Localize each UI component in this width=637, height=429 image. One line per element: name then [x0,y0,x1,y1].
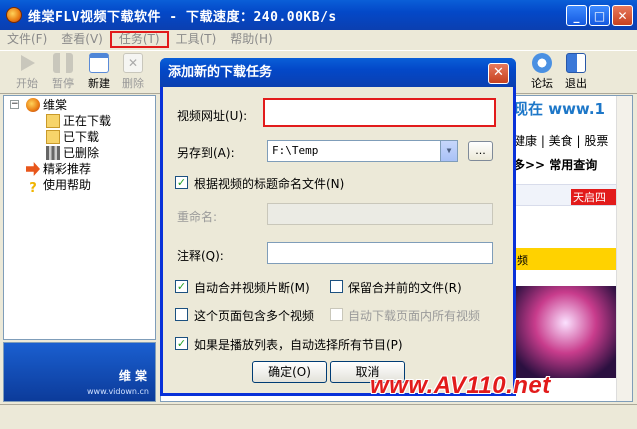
new-label: 新建 [88,77,110,90]
auto-merge-label: 自动合并视频片断(M) [194,281,310,295]
folder-icon [46,130,60,144]
window-title: 维棠FLV视频下载软件 - 下载速度：240.00KB/s [28,9,337,25]
menu-tools[interactable]: 工具(T) [169,31,224,48]
banner-brand: 维 棠 [118,369,147,383]
name-by-title-label: 根据视频的标题命名文件(N) [194,177,345,191]
pause-button[interactable]: 暂停 [48,53,78,91]
web-scrollbar[interactable] [616,96,632,401]
menu-view[interactable]: 查看(V) [54,31,110,48]
menu-file[interactable]: 文件(F) [0,31,54,48]
menu-help[interactable]: 帮助(H) [223,31,279,48]
tree-downloading-label: 正在下载 [63,114,112,128]
menu-bar: 文件(F) 查看(V) 任务(T) 工具(T) 帮助(H) [0,30,637,49]
arrow-right-icon [26,162,40,176]
pause-label: 暂停 [52,77,74,90]
auto-merge-checkbox[interactable]: ✓ [175,280,188,293]
auto-download-all-label: 自动下载页面内所有视频 [348,309,481,323]
tree-root-label: 维棠 [43,98,68,112]
web-yellow-bar: 频 [513,248,618,270]
rename-label: 重命名: [177,210,218,224]
close-button[interactable]: ✕ [612,5,633,26]
tree-help-label: 使用帮助 [43,178,92,192]
forum-button[interactable]: 论坛 [527,53,557,91]
status-bar [0,404,637,429]
tree-item-downloading[interactable]: 正在下载 [46,113,111,129]
web-links[interactable]: 健康 | 美食 | 股票 [513,132,608,149]
exit-label: 退出 [565,77,587,90]
exit-button[interactable]: 退出 [561,53,591,91]
delete-button[interactable]: ✕ 删除 [118,53,148,91]
app-logo-icon [6,7,22,23]
saveto-value: F:\Temp [272,144,319,157]
collapse-icon[interactable]: − [10,100,19,109]
tree-item-help[interactable]: ? 使用帮助 [26,177,92,196]
browse-button[interactable]: ... [468,141,493,161]
play-arrow-icon [21,55,35,71]
category-tree: − 维棠 正在下载 已下载 已删除 精彩推荐 ? 使用帮助 [3,95,156,340]
question-mark-icon: ? [29,181,37,196]
pause-icon [53,53,73,73]
tree-downloaded-label: 已下载 [63,130,100,144]
saveto-combo[interactable]: F:\Temp ▼ [267,140,458,162]
folder-icon [46,114,60,128]
note-label: 注释(Q): [177,249,224,263]
playlist-label: 如果是播放列表，自动选择所有节目(P) [194,338,403,352]
maximize-button[interactable]: □ [589,5,610,26]
saveto-label: 另存到(A): [177,146,235,160]
tree-item-recommend[interactable]: 精彩推荐 [26,161,91,177]
tree-recommend-label: 精彩推荐 [43,162,92,176]
dialog-title: 添加新的下载任务 [160,58,516,87]
web-side-tag[interactable]: 天启四 [571,189,619,205]
window-titlebar: 维棠FLV视频下载软件 - 下载速度：240.00KB/s _ □ ✕ [0,0,637,30]
tree-root[interactable]: 维棠 [26,97,67,113]
keep-before-merge-checkbox[interactable] [330,280,343,293]
tree-item-downloaded[interactable]: 已下载 [46,129,99,145]
start-button[interactable]: 开始 [12,53,42,91]
playlist-checkbox[interactable]: ✓ [175,337,188,350]
tree-item-deleted[interactable]: 已删除 [46,145,99,161]
chat-bubble-icon [532,53,552,73]
start-label: 开始 [16,77,38,90]
name-by-title-checkbox[interactable]: ✓ [175,176,188,189]
new-document-icon [89,53,109,73]
rename-input[interactable] [267,203,493,225]
delete-label: 删除 [122,77,144,90]
forum-label: 论坛 [531,77,553,90]
new-button[interactable]: 新建 [84,53,114,91]
web-headline: 现在 www.1 [513,98,623,120]
trash-icon [46,146,60,160]
dropdown-arrow-icon[interactable]: ▼ [440,141,457,161]
multi-video-label: 这个页面包含多个视频 [194,309,315,323]
delete-icon: ✕ [123,53,143,73]
url-input[interactable] [263,98,496,127]
banner-url: www.vidown.cn [87,387,149,396]
dialog-close-button[interactable]: ✕ [488,63,509,84]
note-input[interactable] [267,242,493,264]
web-more-link[interactable]: 多>> 常用查询 [513,156,597,173]
keep-before-merge-label: 保留合并前的文件(R) [348,281,462,295]
multi-video-checkbox[interactable] [175,308,188,321]
auto-download-all-checkbox[interactable] [330,308,343,321]
menu-task[interactable]: 任务(T) [109,31,169,48]
web-photo[interactable] [513,286,618,378]
minimize-button[interactable]: _ [566,5,587,26]
exit-door-icon [566,53,586,73]
vidown-logo-icon [26,98,40,112]
add-task-dialog: 添加新的下载任务 ✕ 视频网址(U): 另存到(A): F:\Temp ▼ ..… [160,58,516,396]
tree-deleted-label: 已删除 [63,146,100,160]
url-label: 视频网址(U): [177,109,248,123]
ok-button[interactable]: 确定(O) [252,361,327,383]
watermark-text: www.AV110.net [370,372,551,399]
brand-banner: 维 棠 www.vidown.cn [3,342,156,402]
